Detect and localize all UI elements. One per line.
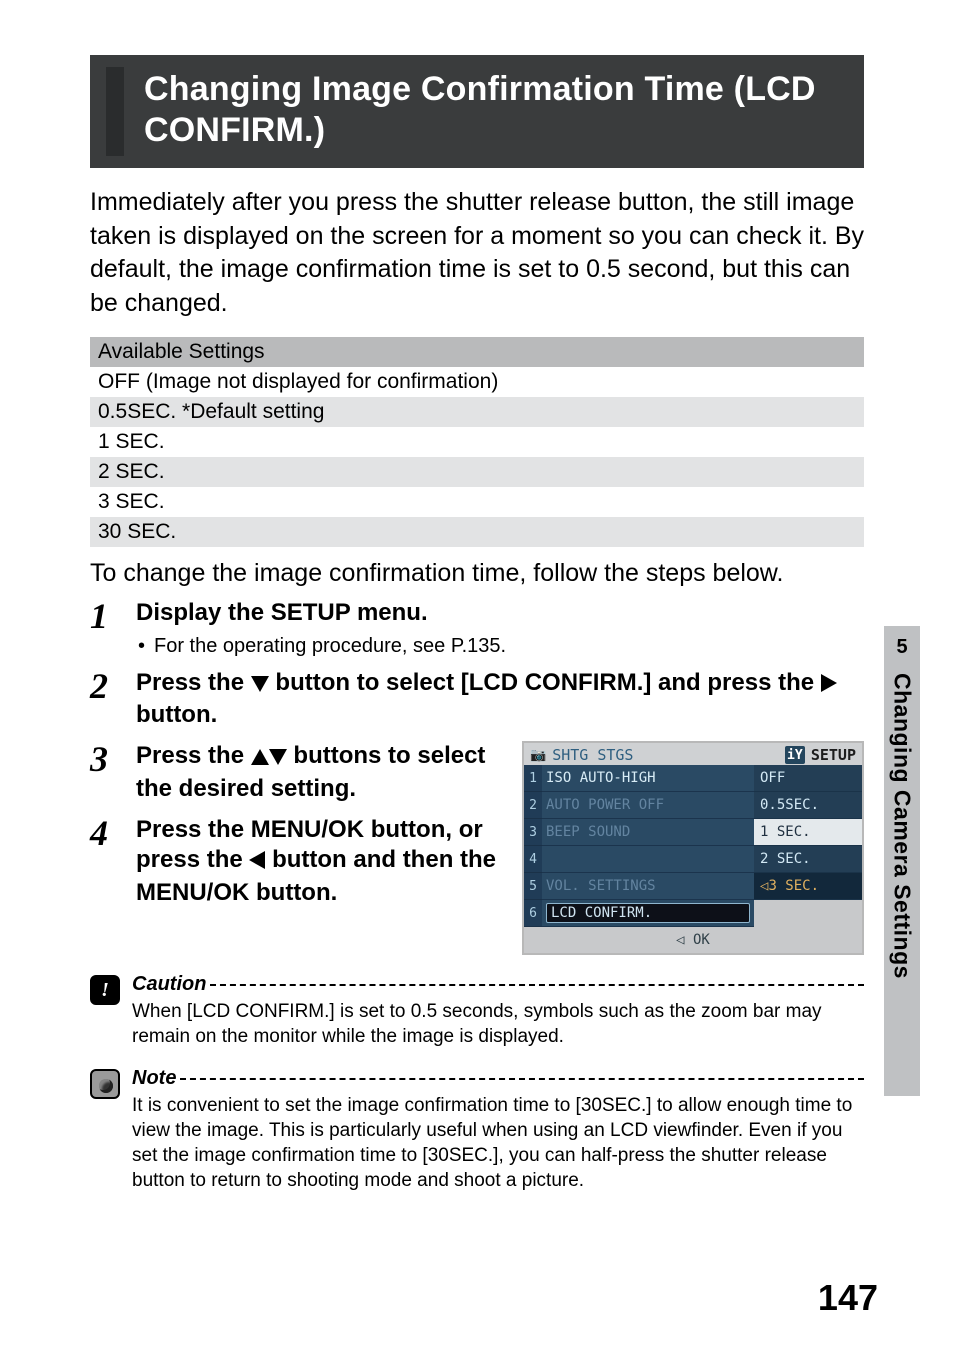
side-tab-label: Changing Camera Settings <box>889 673 916 979</box>
right-triangle-icon <box>821 670 837 701</box>
lcd-val-text: 3 SEC. <box>768 878 819 894</box>
setting-row: 0.5SEC. *Default setting <box>90 397 864 427</box>
lcd-val: 0.5SEC. <box>754 792 862 819</box>
lcd-val: 2 SEC. <box>754 846 862 873</box>
step-1: 1 Display the SETUP menu. For the operat… <box>90 598 864 658</box>
step-number: 4 <box>90 815 120 851</box>
note-block: Note It is convenient to set the image c… <box>90 1067 864 1193</box>
page-number: 147 <box>818 1277 878 1319</box>
lcd-screenshot: 📷 SHTG STGS iY SETUP 1 2 3 4 5 6 ISO AUT… <box>522 741 864 955</box>
n: 4 <box>524 846 542 873</box>
lcd-val: OFF <box>754 765 862 792</box>
tool-icon: iY <box>785 746 805 764</box>
note-label: Note <box>132 1067 176 1090</box>
side-tab: 5 Changing Camera Settings <box>884 626 920 1096</box>
step-subtext: For the operating procedure, see P.135. <box>136 635 864 658</box>
lcd-row-label: AUTO POWER OFF <box>546 797 750 813</box>
step-2: 2 Press the button to select [LCD CONFIR… <box>90 668 864 731</box>
lcd-val: 1 SEC. <box>754 819 862 846</box>
steps-list-cont: 3 Press the buttons to select the desire… <box>90 741 504 909</box>
follow-text: To change the image confirmation time, f… <box>90 559 864 588</box>
lcd-row-label: LCD CONFIRM. <box>546 903 750 923</box>
settings-header: Available Settings <box>90 337 864 367</box>
n: 1 <box>524 765 542 792</box>
steps-list: 1 Display the SETUP menu. For the operat… <box>90 598 864 731</box>
lcd-tab-active: SETUP <box>811 746 856 764</box>
lcd-row-label: VOL. SETTINGS <box>546 878 750 894</box>
chapter-number: 5 <box>896 636 907 659</box>
text: Press the <box>136 669 251 696</box>
note-icon <box>90 1069 120 1099</box>
dash-line <box>210 984 864 986</box>
n: 2 <box>524 792 542 819</box>
up-triangle-icon <box>251 743 269 774</box>
step-number: 2 <box>90 668 120 704</box>
setting-row: 1 SEC. <box>90 427 864 457</box>
step-title: Press the MENU/OK button, or press the b… <box>136 815 504 909</box>
step-number: 1 <box>90 598 120 634</box>
text: Press the <box>136 742 251 769</box>
caution-text: When [LCD CONFIRM.] is set to 0.5 second… <box>132 1000 864 1049</box>
setting-row: 3 SEC. <box>90 487 864 517</box>
text: button. <box>136 701 217 728</box>
setting-row: OFF (Image not displayed for confirmatio… <box>90 367 864 397</box>
lcd-row-numbers: 1 2 3 4 5 6 <box>524 765 542 927</box>
section-title-box: Changing Image Confirmation Time (LCD CO… <box>90 55 864 168</box>
lcd-row: BEEP SOUND <box>542 819 754 846</box>
down-triangle-icon <box>251 670 269 701</box>
lcd-grid: 1 2 3 4 5 6 ISO AUTO-HIGH AUTO POWER OFF… <box>524 765 862 927</box>
steps-row: 3 Press the buttons to select the desire… <box>90 741 864 955</box>
lcd-ok-bar: ◁ OK <box>524 927 862 953</box>
lcd-row: ISO AUTO-HIGH <box>542 765 754 792</box>
caution-block: Caution When [LCD CONFIRM.] is set to 0.… <box>90 973 864 1049</box>
section-title: Changing Image Confirmation Time (LCD CO… <box>144 69 844 152</box>
available-settings-table: Available Settings OFF (Image not displa… <box>90 337 864 547</box>
n: 6 <box>524 900 542 927</box>
caution-label: Caution <box>132 973 206 996</box>
lcd-row-label: ISO AUTO-HIGH <box>546 770 750 786</box>
lcd-value-column: OFF 0.5SEC. 1 SEC. 2 SEC. ◁3 SEC. <box>754 765 862 927</box>
caution-heading: Caution <box>132 973 864 996</box>
lcd-row-label: BEEP SOUND <box>546 824 750 840</box>
n: 5 <box>524 873 542 900</box>
intro-paragraph: Immediately after you press the shutter … <box>90 186 864 321</box>
title-accent-bar <box>106 67 124 156</box>
lcd-row-selected: LCD CONFIRM. <box>542 900 754 927</box>
lcd-val-selected: ◁3 SEC. <box>754 873 862 900</box>
lcd-row: VOL. SETTINGS <box>542 873 754 900</box>
setting-row: 2 SEC. <box>90 457 864 487</box>
lcd-tabs: 📷 SHTG STGS iY SETUP <box>524 743 862 765</box>
lcd-tab-inactive: SHTG STGS <box>552 746 779 764</box>
note-heading: Note <box>132 1067 864 1090</box>
step-title: Press the buttons to select the desired … <box>136 741 504 804</box>
left-triangle-icon <box>249 847 265 878</box>
text: button to select [LCD CONFIRM.] and pres… <box>275 669 820 696</box>
camera-icon: 📷 <box>530 748 546 763</box>
caution-icon <box>90 975 120 1005</box>
step-4: 4 Press the MENU/OK button, or press the… <box>90 815 504 909</box>
note-text: It is convenient to set the image confir… <box>132 1094 864 1193</box>
lcd-menu-rows: ISO AUTO-HIGH AUTO POWER OFF BEEP SOUND … <box>542 765 754 927</box>
step-title: Press the button to select [LCD CONFIRM.… <box>136 668 864 731</box>
dash-line <box>180 1078 864 1080</box>
lcd-row <box>542 846 754 873</box>
step-3: 3 Press the buttons to select the desire… <box>90 741 504 804</box>
step-title: Display the SETUP menu. <box>136 598 864 629</box>
step-number: 3 <box>90 741 120 777</box>
n: 3 <box>524 819 542 846</box>
setting-row: 30 SEC. <box>90 517 864 547</box>
manual-page: Changing Image Confirmation Time (LCD CO… <box>0 0 954 1351</box>
lcd-row: AUTO POWER OFF <box>542 792 754 819</box>
down-triangle-icon <box>269 743 287 774</box>
